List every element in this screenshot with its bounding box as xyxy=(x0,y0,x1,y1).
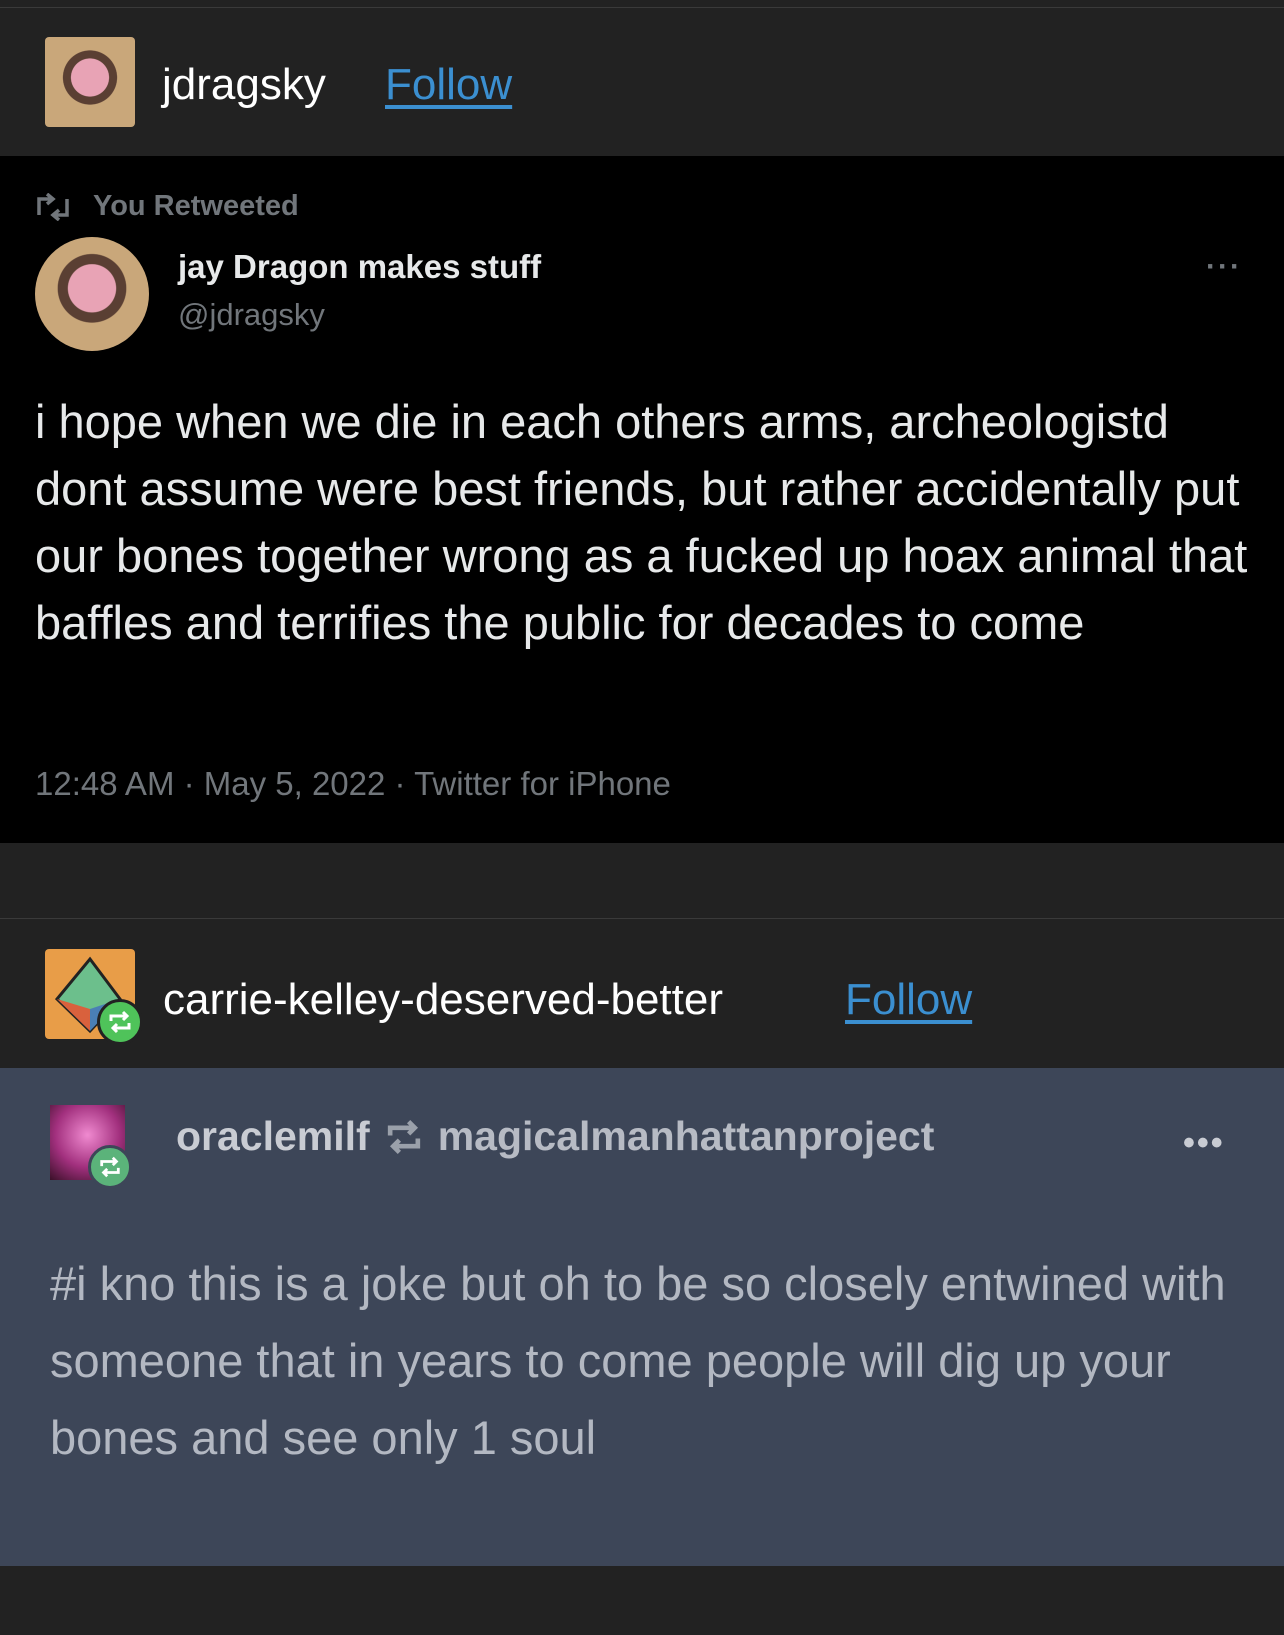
tweet-more-icon[interactable]: ··· xyxy=(1206,250,1242,284)
retweet-label: You Retweeted xyxy=(93,190,299,222)
tweet-avatar[interactable] xyxy=(35,237,149,351)
reblog-source[interactable]: magicalmanhattanproject xyxy=(438,1113,935,1160)
tweet-handle[interactable]: @jdragsky xyxy=(178,297,325,333)
post-username[interactable]: carrie-kelley-deserved-better xyxy=(163,975,723,1025)
avatar-jdragsky[interactable] xyxy=(45,37,135,127)
retweet-indicator: You Retweeted xyxy=(35,190,299,223)
post-username[interactable]: jdragsky xyxy=(162,60,326,110)
post-more-icon[interactable]: ••• xyxy=(1183,1124,1225,1163)
reblog-icon xyxy=(387,1119,420,1154)
divider xyxy=(0,918,1284,919)
divider xyxy=(0,7,1284,8)
avatar-oraclemilf[interactable] xyxy=(50,1105,132,1189)
follow-button[interactable]: Follow xyxy=(845,975,972,1025)
tweet-display-name[interactable]: jay Dragon makes stuff xyxy=(178,248,541,286)
reblog-badge xyxy=(97,999,143,1045)
reblog-icon xyxy=(100,1156,120,1178)
avatar-carrie-kelley-deserved-better[interactable] xyxy=(45,949,143,1045)
reblog-trail: oraclemilf magicalmanhattanproject xyxy=(176,1113,934,1160)
retweet-icon xyxy=(37,192,69,221)
post-tags: #i kno this is a joke but oh to be so cl… xyxy=(50,1257,1226,1464)
reblog-user[interactable]: oraclemilf xyxy=(176,1113,370,1160)
follow-button[interactable]: Follow xyxy=(385,60,512,110)
tweet-meta: 12:48 AM · May 5, 2022 · Twitter for iPh… xyxy=(35,765,671,802)
reblog-icon xyxy=(109,1010,131,1034)
tweet-text: i hope when we die in each others arms, … xyxy=(35,395,1248,649)
reblog-badge xyxy=(88,1145,132,1189)
